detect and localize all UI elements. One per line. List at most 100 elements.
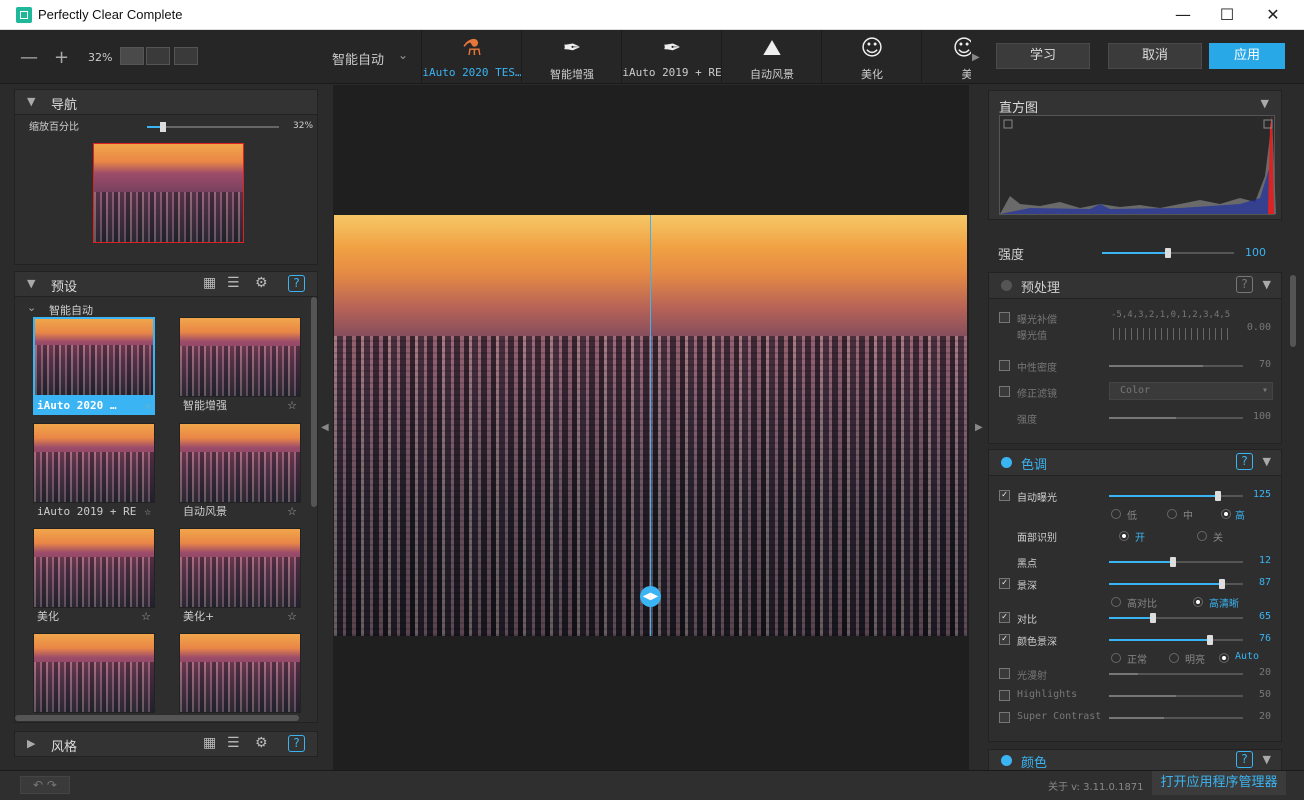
depth-checkbox[interactable]: ✓ [999, 578, 1010, 589]
correction-filter-checkbox[interactable] [999, 386, 1010, 397]
strength-slider[interactable] [1102, 248, 1234, 258]
image-canvas[interactable]: ◀ ◀▶ ▶ [321, 85, 983, 770]
star-icon[interactable]: ☆ [287, 608, 297, 626]
neutral-density-checkbox[interactable] [999, 360, 1010, 371]
gear-icon[interactable]: ⚙ [255, 275, 268, 291]
grid-view-icon[interactable]: ▦ [203, 735, 216, 751]
star-icon[interactable]: ☆ [287, 503, 297, 521]
light-diffusion-checkbox[interactable] [999, 668, 1010, 679]
auto-exposure-checkbox[interactable]: ✓ [999, 490, 1010, 501]
ae-mid-radio[interactable] [1167, 509, 1177, 519]
undo-redo-buttons[interactable]: ↶ ↷ [20, 776, 70, 794]
app-manager-button[interactable]: 打开应用程序管理器 [1152, 771, 1286, 795]
single-view-button[interactable] [120, 47, 144, 65]
help-icon[interactable]: ? [1236, 276, 1253, 293]
normal-radio[interactable] [1111, 653, 1121, 663]
section-enable-icon[interactable] [1001, 457, 1012, 468]
contrast-checkbox[interactable]: ✓ [999, 612, 1010, 623]
cancel-button[interactable]: 取消 [1108, 43, 1202, 69]
preset-item[interactable]: 自动风景 ☆ [179, 423, 301, 521]
learn-button[interactable]: 学习 [996, 43, 1090, 69]
minimize-button[interactable]: — [1160, 0, 1206, 30]
contrast-slider[interactable] [1109, 613, 1243, 623]
filter-select[interactable]: Color ▾ [1109, 382, 1273, 400]
expand-icon[interactable]: ▶ [27, 737, 35, 750]
section-enable-icon[interactable] [1001, 280, 1012, 291]
star-icon[interactable]: ☆ [287, 397, 297, 415]
tone-header[interactable]: 色调 ? ▼ [989, 450, 1281, 476]
auto-radio[interactable] [1219, 653, 1229, 663]
preset-tab-beautify-plus[interactable]: ☺ 美 [921, 30, 971, 84]
preset-selector[interactable]: 智能自动 [332, 49, 384, 68]
preset-item[interactable]: iAuto 2019 + RE ☆ [33, 423, 155, 521]
light-diffusion-slider[interactable] [1109, 673, 1243, 675]
close-button[interactable]: ✕ [1250, 0, 1296, 30]
chevron-down-icon[interactable]: ⌄ [27, 301, 36, 314]
zoom-in-button[interactable]: + [54, 47, 69, 68]
highlights-checkbox[interactable] [999, 690, 1010, 701]
chevron-down-icon[interactable]: ⌄ [398, 48, 408, 62]
section-enable-icon[interactable] [1001, 755, 1012, 766]
split-handle-icon[interactable]: ◀▶ [640, 586, 661, 607]
exposure-comp-checkbox[interactable] [999, 312, 1010, 323]
preset-item[interactable]: 美化 ☆ [33, 528, 155, 626]
gear-icon[interactable]: ⚙ [255, 735, 268, 751]
highlights-slider[interactable] [1109, 695, 1243, 697]
black-point-slider[interactable] [1109, 557, 1243, 567]
exposure-ruler[interactable] [1113, 328, 1233, 340]
depth-slider[interactable] [1109, 579, 1243, 589]
collapse-icon[interactable]: ▼ [27, 277, 35, 290]
preset-tab-iauto-2019[interactable]: ✒ iAuto 2019 + RE [621, 30, 722, 84]
collapse-icon[interactable]: ▼ [27, 95, 35, 108]
star-icon[interactable]: ☆ [144, 503, 151, 521]
apply-button[interactable]: 应用 [1209, 43, 1285, 69]
grid-view-icon[interactable]: ▦ [203, 275, 216, 291]
preset-tab-beautify[interactable]: ☺ 美化 [821, 30, 921, 84]
preprocess-header[interactable]: 预处理 ? ▼ [989, 273, 1281, 299]
presets-header[interactable]: ▼ 预设 ▦ ☰ ⚙ ? [14, 271, 318, 297]
preset-item[interactable] [33, 633, 155, 713]
presets-hscrollbar[interactable] [15, 715, 299, 721]
help-icon[interactable]: ? [1236, 453, 1253, 470]
right-scrollbar[interactable] [1290, 275, 1296, 347]
side-by-side-view-button[interactable] [146, 47, 170, 65]
preset-item[interactable] [179, 633, 301, 713]
nav-zoom-slider[interactable] [147, 122, 279, 132]
face-off-radio[interactable] [1197, 531, 1207, 541]
neutral-density-slider[interactable] [1109, 365, 1243, 367]
help-icon[interactable]: ? [288, 735, 305, 752]
high-contrast-radio[interactable] [1111, 597, 1121, 607]
preprocess-strength-slider[interactable] [1109, 417, 1243, 419]
collapse-left-icon[interactable]: ◀ [321, 422, 329, 433]
ae-high-radio[interactable] [1221, 509, 1231, 519]
super-contrast-slider[interactable] [1109, 717, 1243, 719]
list-view-icon[interactable]: ☰ [227, 735, 240, 751]
face-on-radio[interactable] [1119, 531, 1129, 541]
color-depth-slider[interactable] [1109, 635, 1243, 645]
ae-low-radio[interactable] [1111, 509, 1121, 519]
list-view-icon[interactable]: ☰ [227, 275, 240, 291]
high-clarity-radio[interactable] [1193, 597, 1203, 607]
help-icon[interactable]: ? [288, 275, 305, 292]
dropdown-icon[interactable]: ▼ [1263, 278, 1271, 291]
dropdown-icon[interactable]: ▼ [1263, 753, 1271, 766]
photo-preview[interactable]: ◀▶ [334, 215, 967, 636]
split-line[interactable] [650, 215, 651, 636]
split-view-button[interactable] [174, 47, 198, 65]
bright-radio[interactable] [1169, 653, 1179, 663]
color-header[interactable]: 颜色 ? ▼ [989, 750, 1281, 771]
zoom-out-button[interactable]: — [20, 47, 38, 68]
super-contrast-checkbox[interactable] [999, 712, 1010, 723]
preset-item[interactable]: 美化+ ☆ [179, 528, 301, 626]
collapse-right-icon[interactable]: ▶ [975, 422, 983, 433]
dropdown-icon[interactable]: ▼ [1261, 97, 1269, 110]
maximize-button[interactable]: ☐ [1204, 0, 1250, 30]
dropdown-icon[interactable]: ▼ [1263, 455, 1271, 468]
preset-tab-smart-enhance[interactable]: ✒ 智能增强 [521, 30, 621, 84]
styles-header[interactable]: ▶ 风格 ▦ ☰ ⚙ ? [14, 731, 318, 757]
star-icon[interactable]: ☆ [141, 608, 151, 626]
navigation-header[interactable]: ▼ 导航 [14, 89, 318, 115]
auto-exposure-slider[interactable] [1109, 491, 1243, 501]
star-icon[interactable]: ☆ [144, 397, 151, 415]
navigation-preview[interactable] [93, 143, 244, 243]
